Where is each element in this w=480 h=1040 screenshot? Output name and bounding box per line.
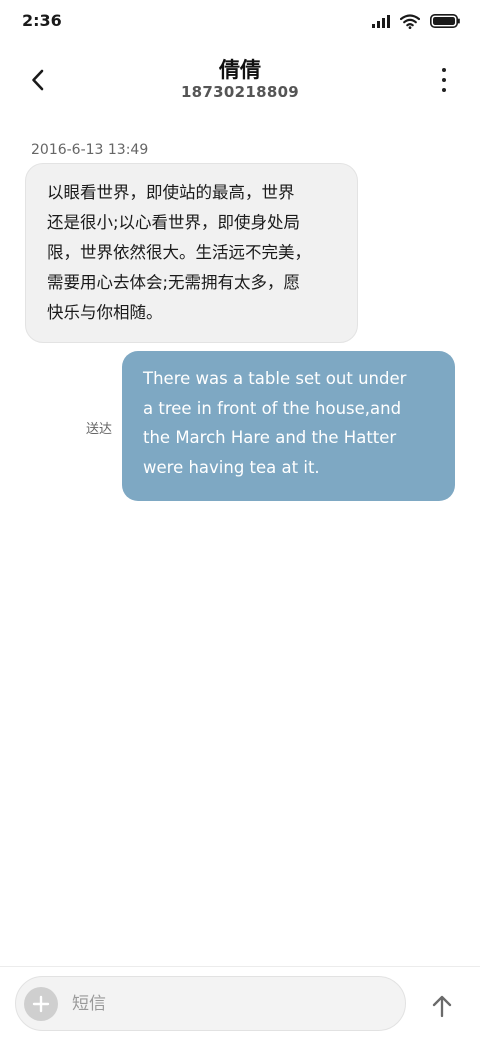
status-time: 2:36 xyxy=(22,11,62,30)
message-timestamp: 2016-6-13 13:49 xyxy=(31,142,149,158)
contact-number: 18730218809 xyxy=(180,83,300,101)
message-line: 以眼看世界，即使站的最高，世界 xyxy=(47,183,295,202)
message-line: 限，世界依然很大。生活远不完美， xyxy=(47,243,311,262)
delivery-status: 送达 xyxy=(86,422,113,437)
send-button[interactable] xyxy=(424,988,460,1024)
wifi-icon xyxy=(400,13,420,29)
conversation-header: 倩倩 18730218809 xyxy=(0,50,480,110)
message-line: 需要用心去体会;无需拥有太多，愿 xyxy=(47,273,301,292)
contact-name: 倩倩 xyxy=(219,58,261,82)
message-line: were having tea at it. xyxy=(143,457,320,477)
message-line: the March Hare and the Hatter xyxy=(143,428,397,447)
arrow-up-icon xyxy=(432,995,452,1018)
incoming-message-bubble[interactable]: 以眼看世界，即使站的最高，世界 还是很小;以心看世界，即使身处局 限，世界依然很… xyxy=(25,163,358,343)
message-line: There was a table set out under xyxy=(143,369,407,388)
sms-conversation-screen: 2:36 倩倩 18730218809 2016-6-13 13:49 以眼看世… xyxy=(0,0,480,1040)
message-line: a tree in front of the house,and xyxy=(143,398,402,418)
composer-divider xyxy=(0,966,480,967)
status-icons xyxy=(372,13,460,29)
outgoing-message-bubble[interactable]: There was a table set out under a tree i… xyxy=(122,351,455,501)
message-composer xyxy=(15,976,406,1031)
message-input[interactable] xyxy=(72,987,392,1021)
more-vertical-icon xyxy=(442,68,446,72)
more-options-button[interactable] xyxy=(434,66,454,94)
add-attachment-button[interactable] xyxy=(24,987,58,1021)
battery-icon xyxy=(430,14,460,28)
status-bar: 2:36 xyxy=(0,0,480,42)
signal-icon xyxy=(372,14,390,28)
message-line: 还是很小;以心看世界，即使身处局 xyxy=(47,213,301,232)
plus-icon xyxy=(32,995,50,1013)
message-line: 快乐与你相随。 xyxy=(47,303,163,322)
